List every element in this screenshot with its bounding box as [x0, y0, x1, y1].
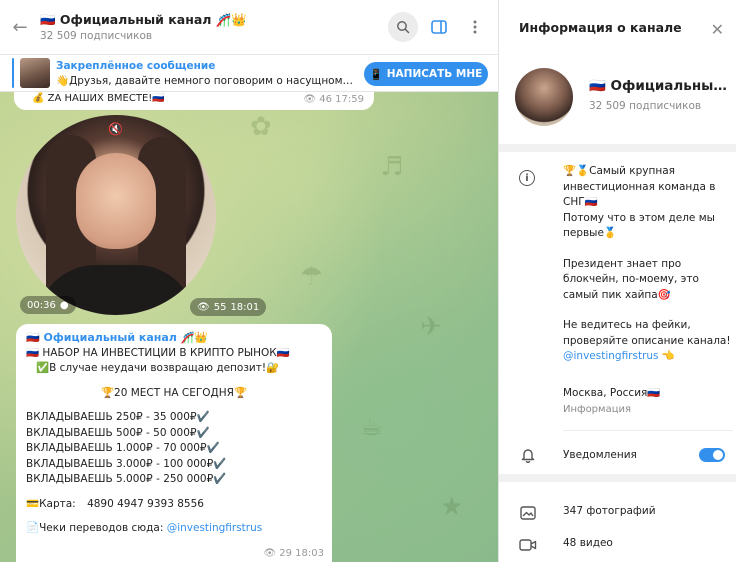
notifications-toggle[interactable]	[699, 448, 725, 462]
offer-line: ВКЛАДЫВАЕШЬ 500₽ - 50 000₽✔️	[26, 426, 210, 439]
video-duration-text: 00:36	[27, 299, 56, 311]
card-number: 4890 4947 9393 8556	[87, 497, 204, 510]
message-time: 18:03	[295, 548, 324, 559]
round-video-message[interactable]	[16, 115, 216, 315]
more-options-icon[interactable]	[460, 12, 490, 42]
views-icon: 👁	[263, 548, 277, 559]
channel-name: 🇷🇺 Официальный …	[589, 78, 729, 94]
receipts-label: 📄Чеки переводов сюда:	[26, 522, 164, 534]
chat-title-block[interactable]: 🇷🇺 Официальный канал 🎢👑 32 509 подписчик…	[40, 12, 388, 42]
card-line: 💳Карта: 4890 4947 9393 8556	[26, 497, 322, 513]
views-icon: 👁	[303, 94, 317, 105]
description-para: Не ведитесь на фейки, проверяйте описани…	[563, 319, 731, 347]
info-header: Информация о канале	[499, 0, 736, 54]
offer-line: ВКЛАДЫВАЕШЬ 250₽ - 35 000₽✔️	[26, 411, 210, 423]
notifications-row[interactable]: Уведомления	[499, 438, 736, 472]
channel-description: 🏆🥇Самый крупная инвестиционная команда в…	[563, 164, 733, 365]
photos-count: 347 фотографий	[563, 505, 656, 517]
chat-subscribers: 32 509 подписчиков	[40, 30, 153, 42]
section-divider	[499, 144, 736, 152]
post-line: ✅В случае неудачи возвращаю депозит!🔐	[36, 362, 280, 374]
message-time: 17:59	[335, 94, 364, 105]
description-para: Президент знает про блокчейн, по-моему, …	[563, 257, 699, 301]
channel-profile: 🇷🇺 Официальный … 32 509 подписчиков	[499, 54, 736, 144]
views-icon: 👁	[197, 301, 210, 313]
info-title: Информация о канале	[519, 19, 682, 35]
notifications-label: Уведомления	[563, 449, 637, 461]
video-time: 18:01	[230, 301, 260, 313]
bell-icon	[519, 446, 537, 464]
video-duration: 00:36 ●	[20, 296, 76, 314]
info-icon: i	[519, 170, 535, 186]
chat-title: 🇷🇺 Официальный канал 🎢👑	[40, 12, 247, 27]
write-me-button[interactable]: 📱 НАПИСАТЬ МНЕ	[364, 62, 488, 86]
pinned-indicator	[12, 58, 14, 88]
description-para: Потому что в этом деле мы первые🥇	[563, 211, 715, 240]
pinned-text: 👋Друзья, давайте немного поговорим о нас…	[56, 74, 356, 87]
doodle-icon: ☕	[360, 412, 384, 442]
message-views: 29	[279, 548, 292, 559]
post-author[interactable]: 🇷🇺 Официальный канал 🎢👑	[26, 330, 322, 346]
write-me-label: НАПИСАТЬ МНЕ	[386, 68, 483, 80]
channel-subscribers: 32 509 подписчиков	[589, 100, 702, 112]
location-label: Информация	[563, 404, 632, 415]
playing-dot-icon: ●	[59, 299, 69, 311]
muted-speaker-icon[interactable]: 🔇	[108, 122, 123, 136]
photo-icon	[519, 504, 537, 522]
phone-icon: 📱	[369, 68, 383, 81]
video-views: 55	[213, 301, 227, 313]
media-row-videos[interactable]: 48 видео	[499, 530, 736, 560]
divider	[563, 430, 733, 431]
videos-count: 48 видео	[563, 537, 613, 549]
pointing-hand-icon: 👈	[661, 350, 675, 362]
offer-line: ВКЛАДЫВАЕШЬ 5.000₽ - 250 000₽✔️	[26, 473, 227, 485]
channel-info-panel: Информация о канале ✕ 🇷🇺 Официальный … 3…	[498, 0, 736, 562]
pinned-thumbnail	[20, 58, 50, 88]
description-para: 🏆🥇Самый крупная инвестиционная команда в…	[563, 165, 716, 208]
search-icon[interactable]	[388, 12, 418, 42]
video-icon	[519, 536, 537, 554]
card-label: 💳Карта:	[26, 497, 76, 510]
post-message-bubble[interactable]: 🇷🇺 Официальный канал 🎢👑 🇷🇺 НАБОР НА ИНВЕ…	[16, 324, 332, 562]
avatar[interactable]	[515, 68, 573, 126]
close-icon[interactable]: ✕	[711, 20, 724, 39]
doodle-icon: ★	[440, 492, 464, 522]
chat-pane: ✿ ♬ ☂ ✈ ☕ ★ ❀ ← 🇷🇺 Официальный канал 🎢👑 …	[0, 0, 498, 562]
pinned-message-bar[interactable]: Закреплённое сообщение 👋Друзья, давайте …	[0, 54, 498, 92]
chat-header: ← 🇷🇺 Официальный канал 🎢👑 32 509 подписч…	[0, 0, 498, 54]
doodle-icon: ✈	[420, 312, 442, 342]
message-meta: 👁 29 18:03	[263, 548, 324, 559]
pinned-title: Закреплённое сообщение	[56, 59, 216, 72]
message-bubble[interactable]: 💰 ZA НАШИХ ВМЕСТЕ!🇷🇺 👁 46 17:59	[14, 92, 374, 110]
receipts-link[interactable]: @investingfirstrus	[167, 522, 263, 534]
offer-line: ВКЛАДЫВАЕШЬ 1.000₽ - 70 000₽✔️	[26, 442, 220, 454]
message-text: 💰 ZA НАШИХ ВМЕСТЕ!🇷🇺	[32, 93, 165, 104]
description-link[interactable]: @investingfirstrus	[563, 350, 659, 362]
offer-line: ВКЛАДЫВАЕШЬ 3.000₽ - 100 000₽✔️	[26, 457, 227, 470]
post-highlight: 🏆20 МЕСТ НА СЕГОДНЯ🏆	[100, 386, 248, 399]
doodle-icon: ☂	[300, 262, 324, 292]
message-views: 46	[319, 94, 332, 105]
video-meta: 👁 55 18:01	[190, 298, 267, 316]
receipts-line: 📄Чеки переводов сюда: @investingfirstrus	[26, 521, 322, 537]
doodle-icon: ✿	[250, 112, 272, 142]
message-meta: 👁 46 17:59	[303, 94, 364, 105]
channel-location: Москва, Россия🇷🇺	[563, 387, 661, 399]
media-row-photos[interactable]: 347 фотографий	[499, 498, 736, 528]
doodle-icon: ♬	[380, 152, 404, 182]
post-line: 🇷🇺 НАБОР НА ИНВЕСТИЦИИ В КРИПТО РЫНОК🇷🇺	[26, 346, 290, 359]
back-arrow-icon[interactable]: ←	[0, 0, 40, 54]
section-divider	[499, 474, 736, 482]
sidebar-toggle-icon[interactable]	[424, 12, 454, 42]
